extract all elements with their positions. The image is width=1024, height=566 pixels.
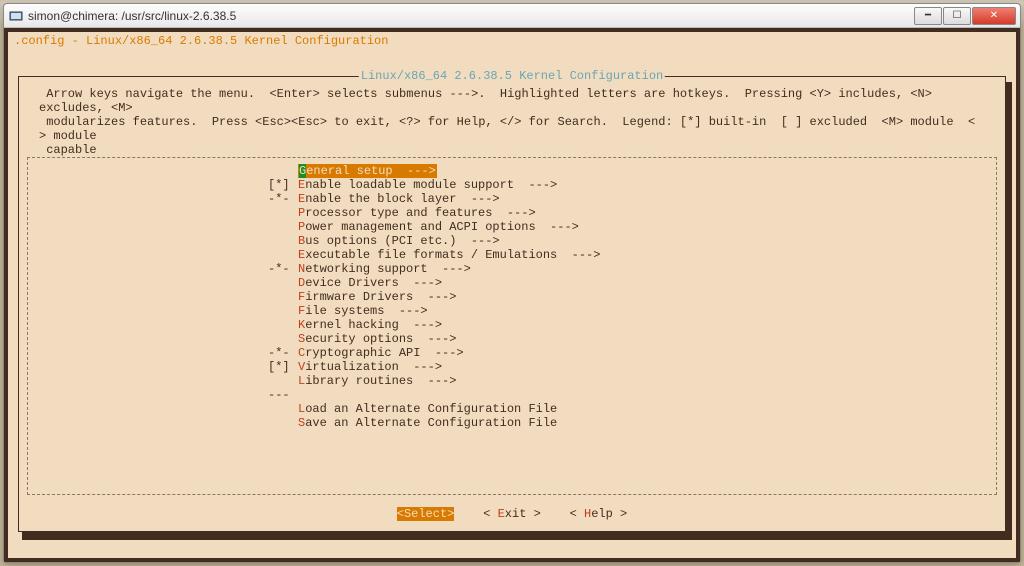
- menu-marker: [268, 318, 298, 332]
- menu-item[interactable]: Processor type and features --->: [268, 206, 996, 220]
- putty-window: simon@chimera: /usr/src/linux-2.6.38.5 ━…: [3, 3, 1021, 563]
- menu-item[interactable]: [*]Enable loadable module support --->: [268, 178, 996, 192]
- menu-marker: [*]: [268, 178, 298, 192]
- menu-marker: [268, 304, 298, 318]
- main-dialog: Linux/x86_64 2.6.38.5 Kernel Configurati…: [18, 76, 1006, 532]
- menu-marker: [268, 234, 298, 248]
- menu-item[interactable]: -*-Cryptographic API --->: [268, 346, 996, 360]
- help-button[interactable]: < Help >: [570, 507, 628, 521]
- menu-label: File systems --->: [298, 304, 428, 318]
- menu-marker: [268, 332, 298, 346]
- menu-label: Networking support --->: [298, 262, 471, 276]
- menu-item[interactable]: File systems --->: [268, 304, 996, 318]
- menu-marker: [268, 220, 298, 234]
- menu-item[interactable]: Load an Alternate Configuration File: [268, 402, 996, 416]
- dialog-title: Linux/x86_64 2.6.38.5 Kernel Configurati…: [359, 69, 665, 83]
- menu-item[interactable]: [*]Virtualization --->: [268, 360, 996, 374]
- titlebar: simon@chimera: /usr/src/linux-2.6.38.5 ━…: [4, 4, 1020, 28]
- menu-label: Load an Alternate Configuration File: [298, 402, 557, 416]
- menu-list: General setup --->[*]Enable loadable mod…: [268, 164, 996, 430]
- window-controls: ━ ☐ ✕: [913, 7, 1016, 25]
- menu-label: Kernel hacking --->: [298, 318, 442, 332]
- menu-label: Save an Alternate Configuration File: [298, 416, 557, 430]
- window-title: simon@chimera: /usr/src/linux-2.6.38.5: [28, 9, 913, 23]
- menu-item[interactable]: -*-Networking support --->: [268, 262, 996, 276]
- menu-marker: -*-: [268, 262, 298, 276]
- menu-label: Executable file formats / Emulations ---…: [298, 248, 600, 262]
- menu-item[interactable]: ---: [268, 388, 996, 402]
- menu-item[interactable]: -*-Enable the block layer --->: [268, 192, 996, 206]
- menu-item[interactable]: Device Drivers --->: [268, 276, 996, 290]
- menu-marker: ---: [268, 388, 298, 402]
- menu-label: Virtualization --->: [298, 360, 442, 374]
- terminal-area: .config - Linux/x86_64 2.6.38.5 Kernel C…: [4, 28, 1020, 562]
- menu-label: General setup --->: [298, 164, 437, 178]
- menu-marker: -*-: [268, 192, 298, 206]
- menu-label: Power management and ACPI options --->: [298, 220, 579, 234]
- menu-item[interactable]: Firmware Drivers --->: [268, 290, 996, 304]
- menu-label: Library routines --->: [298, 374, 456, 388]
- close-button[interactable]: ✕: [972, 7, 1016, 25]
- maximize-button[interactable]: ☐: [943, 7, 971, 25]
- menu-item[interactable]: Power management and ACPI options --->: [268, 220, 996, 234]
- menu-item[interactable]: Save an Alternate Configuration File: [268, 416, 996, 430]
- minimize-button[interactable]: ━: [914, 7, 942, 25]
- menu-item[interactable]: Executable file formats / Emulations ---…: [268, 248, 996, 262]
- menu-item[interactable]: Bus options (PCI etc.) --->: [268, 234, 996, 248]
- menu-item[interactable]: Security options --->: [268, 332, 996, 346]
- menu-marker: [268, 374, 298, 388]
- menu-marker: [268, 290, 298, 304]
- menu-label: Processor type and features --->: [298, 206, 536, 220]
- putty-icon: [8, 8, 24, 24]
- help-text: Arrow keys navigate the menu. <Enter> se…: [19, 77, 1005, 163]
- menu-box: General setup --->[*]Enable loadable mod…: [27, 157, 997, 495]
- menu-marker: [*]: [268, 360, 298, 374]
- menu-label: Enable the block layer --->: [298, 192, 500, 206]
- menu-label: Device Drivers --->: [298, 276, 442, 290]
- menu-item[interactable]: General setup --->: [268, 164, 996, 178]
- menu-marker: [268, 402, 298, 416]
- menu-item[interactable]: Kernel hacking --->: [268, 318, 996, 332]
- menu-marker: [268, 248, 298, 262]
- select-button[interactable]: <Select>: [397, 507, 455, 521]
- menu-label: Enable loadable module support --->: [298, 178, 557, 192]
- menu-label: Cryptographic API --->: [298, 346, 464, 360]
- menu-label: Bus options (PCI etc.) --->: [298, 234, 500, 248]
- menu-marker: -*-: [268, 346, 298, 360]
- config-header: .config - Linux/x86_64 2.6.38.5 Kernel C…: [8, 32, 1016, 50]
- exit-button[interactable]: < Exit >: [483, 507, 541, 521]
- menu-marker: [268, 206, 298, 220]
- menu-marker: [268, 276, 298, 290]
- menu-marker: [268, 164, 298, 178]
- menu-item[interactable]: Library routines --->: [268, 374, 996, 388]
- menu-label: Security options --->: [298, 332, 456, 346]
- menu-marker: [268, 416, 298, 430]
- terminal[interactable]: .config - Linux/x86_64 2.6.38.5 Kernel C…: [8, 32, 1016, 558]
- button-bar: <Select> < Exit > < Help >: [19, 507, 1005, 521]
- menu-label: Firmware Drivers --->: [298, 290, 456, 304]
